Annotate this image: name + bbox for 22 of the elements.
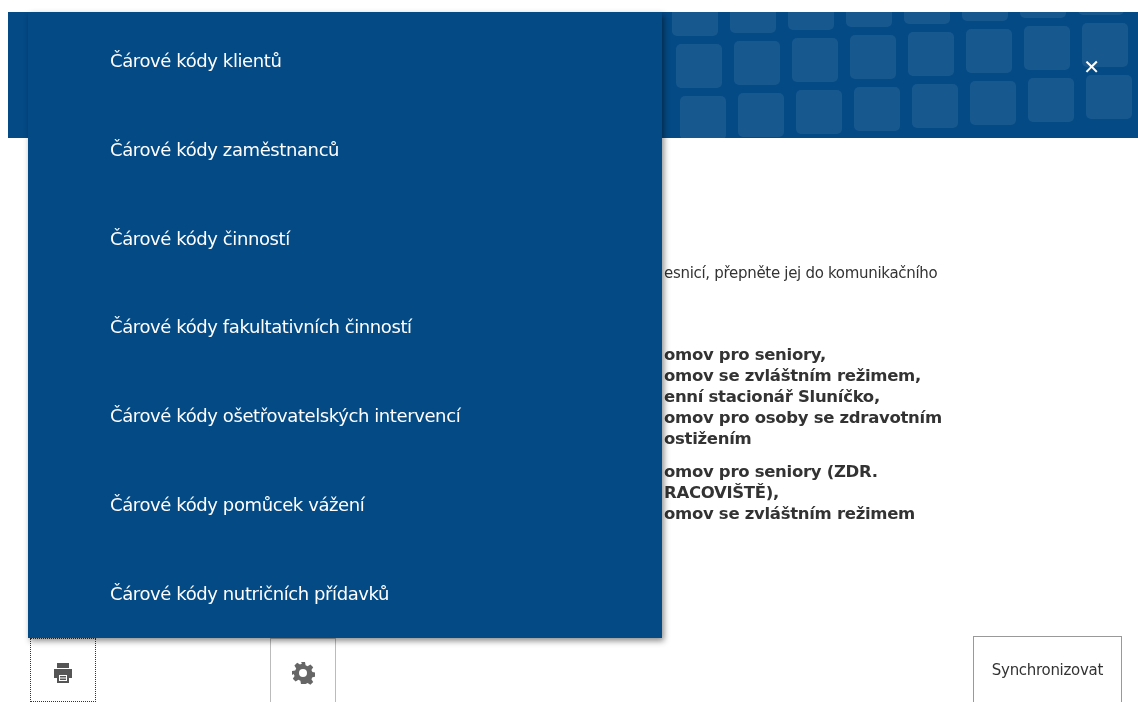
close-button[interactable]: ✕: [1079, 53, 1104, 81]
department-name: omov pro osoby se zdravotním: [664, 407, 943, 428]
menu-item[interactable]: Čárové kódy pomůcek vážení: [28, 486, 662, 524]
department-name: RACOVIŠTĚ),: [664, 482, 780, 503]
print-button[interactable]: [30, 638, 96, 702]
menu-item[interactable]: Čárové kódy ošetřovatelských intervencí: [28, 397, 662, 435]
settings-button[interactable]: [270, 638, 336, 702]
department-name: omov se zvláštním režimem,: [664, 365, 922, 386]
settings-icon: [291, 661, 315, 685]
menu-item[interactable]: Čárové kódy fakultativních činností: [28, 308, 662, 346]
menu-item[interactable]: Čárové kódy klientů: [28, 42, 662, 79]
instruction-text: esnicí, přepněte jej do komunikačního: [664, 264, 939, 282]
department-name: omov se zvláštním režimem: [664, 503, 916, 524]
menu-item[interactable]: Čárové kódy zaměstnanců: [28, 130, 662, 168]
department-name: omov pro seniory (ZDR.: [664, 461, 879, 482]
synchronize-button[interactable]: Synchronizovat: [972, 636, 1122, 702]
printer-icon: [51, 660, 75, 685]
menu-item[interactable]: Čárové kódy činností: [28, 219, 662, 257]
department-name: omov pro seniory,: [664, 344, 827, 365]
department-name: ostižením: [664, 428, 753, 449]
menu-item[interactable]: Čárové kódy nutričních přídavků: [28, 574, 662, 612]
department-name: enní stacionář Sluníčko,: [664, 386, 881, 407]
